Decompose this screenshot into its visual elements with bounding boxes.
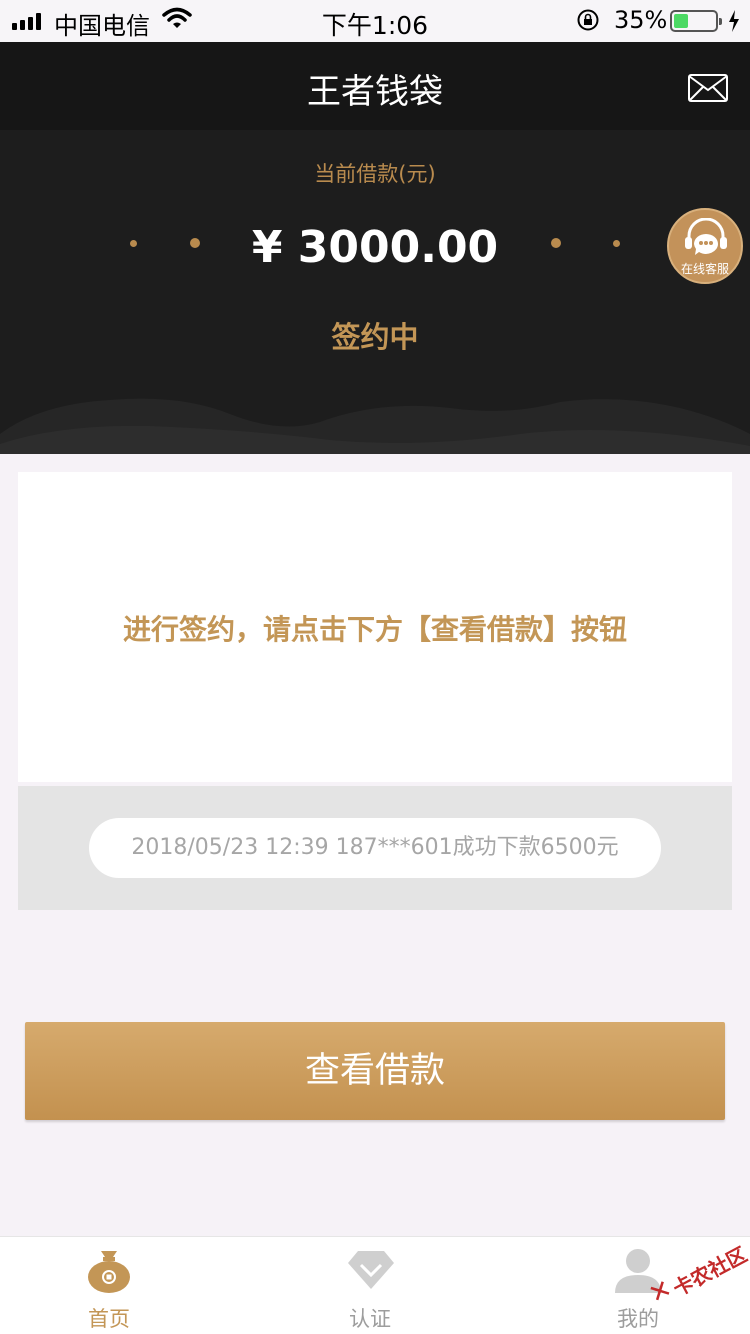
ticker-area: 2018/05/23 12:39 187***601成功下款6500元	[18, 786, 732, 910]
decorative-waves	[0, 398, 750, 454]
online-service-label: 在线客服	[680, 262, 729, 276]
rotation-lock-icon	[577, 9, 599, 31]
tab-home[interactable]: 首页	[39, 1237, 179, 1334]
notice-text: 进行签约，请点击下方【查看借款】按钮	[122, 613, 627, 646]
decorative-dot	[613, 240, 620, 247]
battery-icon	[670, 10, 722, 32]
mail-icon[interactable]	[688, 74, 728, 102]
money-bag-icon	[88, 1251, 130, 1293]
watermark-text: 卡农社区	[668, 1242, 750, 1301]
loan-ticker: 2018/05/23 12:39 187***601成功下款6500元	[89, 818, 661, 878]
tab-verify-label: 认证	[349, 1307, 391, 1331]
loan-summary-panel: 王者钱袋 当前借款(元) ¥ 3000.00 签约中 在线客服	[0, 42, 750, 454]
notice-card: 进行签约，请点击下方【查看借款】按钮	[18, 472, 732, 782]
loan-status: 签约中	[331, 320, 419, 354]
nav-bar: 王者钱袋	[0, 42, 750, 130]
charging-icon	[729, 10, 739, 32]
decorative-dot	[551, 238, 561, 248]
tab-home-label: 首页	[88, 1307, 130, 1331]
online-service-button[interactable]: 在线客服	[667, 208, 743, 284]
battery-level	[674, 14, 688, 28]
loan-amount-label: 当前借款(元)	[314, 162, 436, 186]
diamond-check-icon	[348, 1251, 394, 1289]
status-bar: 中国电信 下午1:06 35%	[0, 0, 750, 42]
page-title: 王者钱袋	[307, 72, 443, 112]
headset-icon	[685, 218, 727, 255]
view-loan-button[interactable]: 查看借款	[25, 1022, 725, 1120]
tab-bar: 首页 认证 我的	[0, 1236, 750, 1334]
tab-verify[interactable]: 认证	[300, 1237, 440, 1334]
loan-amount: ¥ 3000.00	[251, 222, 499, 273]
battery-percent: 35%	[614, 6, 668, 34]
